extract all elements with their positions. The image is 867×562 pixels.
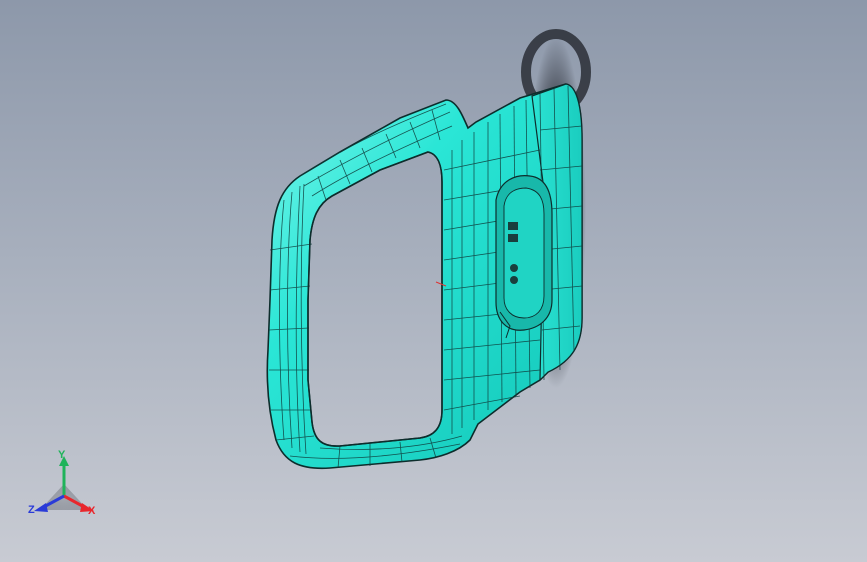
y-axis-label: Y [58, 449, 66, 461]
latch-recess [495, 175, 553, 339]
triad-graphic [34, 456, 94, 512]
door-frame-model[interactable] [266, 83, 583, 470]
z-axis-label: Z [28, 504, 35, 516]
z-axis-arrow [34, 503, 48, 512]
x-axis-label: X [88, 505, 96, 517]
view-orientation-triad[interactable]: Y Z X [24, 448, 108, 524]
model-view[interactable] [0, 0, 867, 562]
graphics-viewport[interactable]: Y Z X [0, 0, 867, 562]
